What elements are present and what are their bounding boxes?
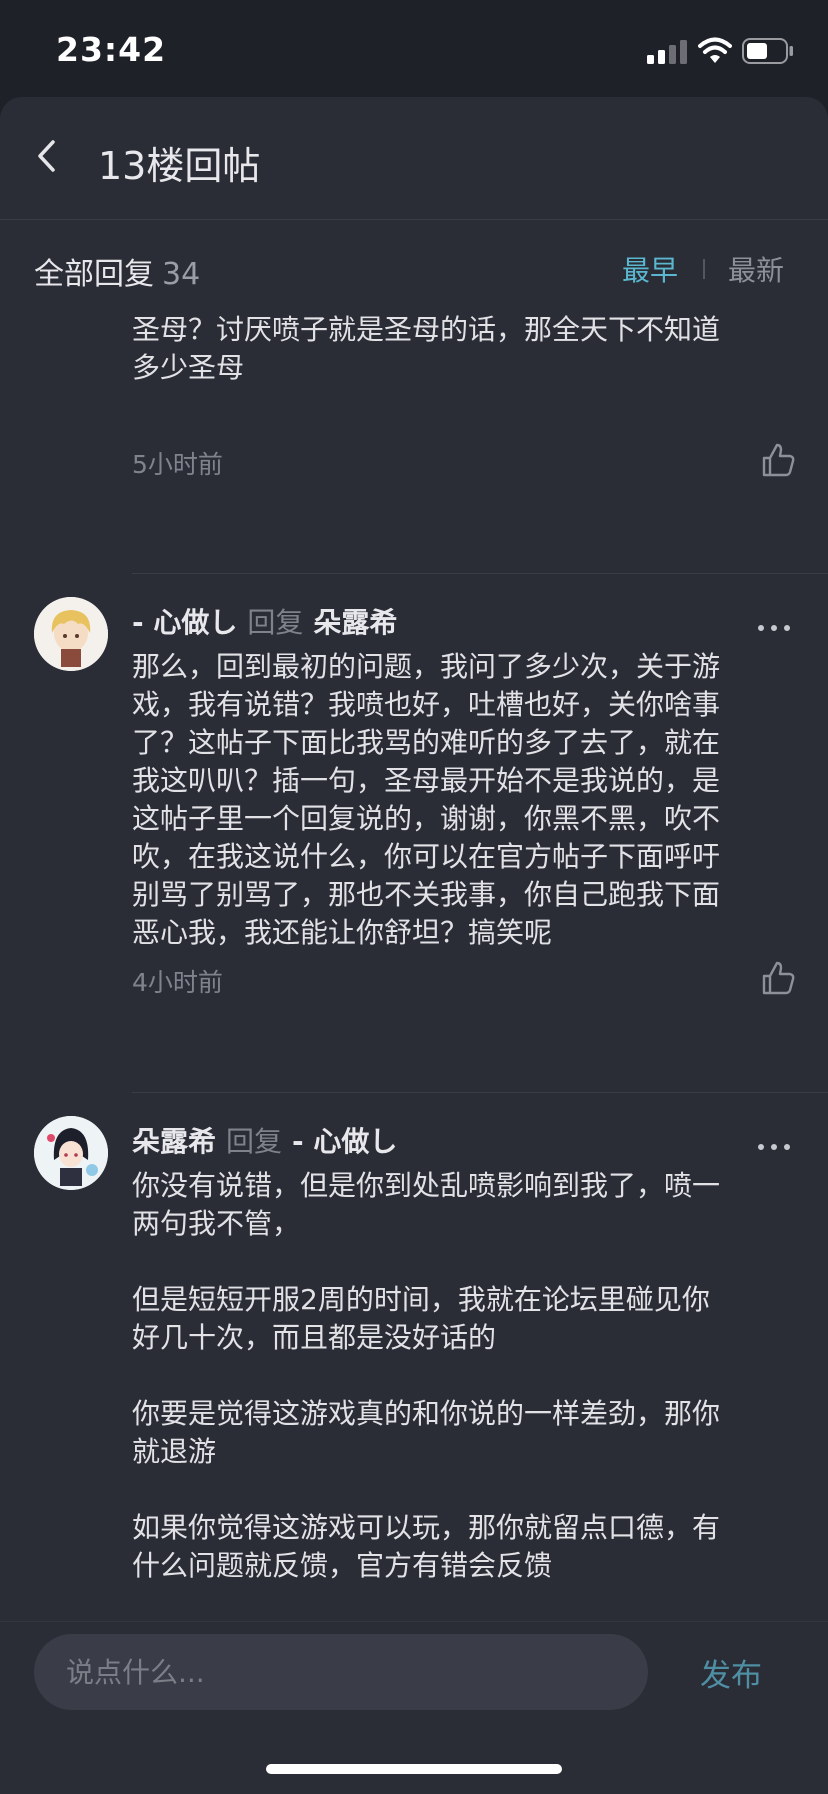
dot	[758, 1144, 764, 1150]
battery-icon	[742, 38, 793, 64]
dot	[784, 1144, 790, 1150]
thumbs-up-icon	[762, 443, 795, 477]
thumbs-up-icon	[762, 961, 795, 995]
comment-divider	[132, 573, 828, 574]
like-button[interactable]	[760, 960, 796, 996]
publish-button[interactable]: 发布	[700, 1650, 762, 1695]
reply-count: 34	[162, 257, 201, 292]
dot	[771, 625, 777, 631]
status-time: 23:42	[56, 30, 167, 69]
dot	[771, 1144, 777, 1150]
reply-label: 回复	[226, 1125, 283, 1158]
comment-time: 4小时前	[132, 968, 223, 997]
reply-filter-row: 全部回复 34 最早 最新	[0, 245, 828, 293]
comment-text: 圣母？讨厌喷子就是圣母的话，那全天下不知道 多少圣母	[132, 313, 721, 384]
reply-target-name[interactable]: 朵露希	[313, 606, 397, 639]
avatar[interactable]	[34, 1116, 108, 1190]
dot	[758, 625, 764, 631]
comment-input[interactable]	[34, 1634, 648, 1710]
more-options-button[interactable]	[756, 618, 792, 638]
more-options-button[interactable]	[756, 1137, 792, 1157]
author-name[interactable]: 朵露希	[132, 1125, 216, 1158]
anime-avatar-icon	[34, 1116, 108, 1190]
comment-text: 那么，回到最初的问题，我问了多少次，关于游 戏，我有说错？我喷也好，吐槽也好，关…	[132, 650, 721, 949]
wifi-icon	[698, 37, 732, 63]
author-name[interactable]: - 心做し	[132, 606, 237, 639]
anime-avatar-icon	[34, 597, 108, 671]
comment-text: 你没有说错，但是你到处乱喷影响到我了，喷一 两句我不管， 但是短短开服2周的时间…	[132, 1169, 721, 1582]
cellular-signal-icon	[647, 40, 687, 64]
all-replies-label: 全部回复	[34, 257, 154, 292]
comment-author-line: - 心做し 回复 朵露希	[132, 601, 397, 641]
sort-divider	[703, 259, 705, 279]
status-bar: 23:42	[0, 0, 828, 100]
avatar[interactable]	[34, 597, 108, 671]
reply-label: 回复	[247, 606, 304, 639]
sort-latest-tab[interactable]: 最新	[728, 249, 784, 289]
like-button[interactable]	[760, 442, 796, 478]
sort-earliest-tab[interactable]: 最早	[622, 249, 678, 289]
nav-header: 13楼回帖	[0, 97, 828, 220]
back-button[interactable]	[26, 133, 72, 179]
page-title: 13楼回帖	[98, 144, 261, 188]
dot	[784, 625, 790, 631]
comment-time: 5小时前	[132, 450, 223, 479]
all-replies-heading: 全部回复 34	[34, 249, 200, 293]
comment-author-line: 朵露希 回复 - 心做し	[132, 1120, 397, 1160]
comment-divider	[132, 1092, 828, 1093]
chevron-left-icon	[38, 140, 55, 172]
reply-target-name[interactable]: - 心做し	[292, 1125, 397, 1158]
home-indicator[interactable]	[266, 1764, 562, 1774]
post-detail-sheet: 13楼回帖 全部回复 34 最早 最新 圣母？讨厌喷子就是圣母的话，那全天下不知道…	[0, 97, 828, 1793]
